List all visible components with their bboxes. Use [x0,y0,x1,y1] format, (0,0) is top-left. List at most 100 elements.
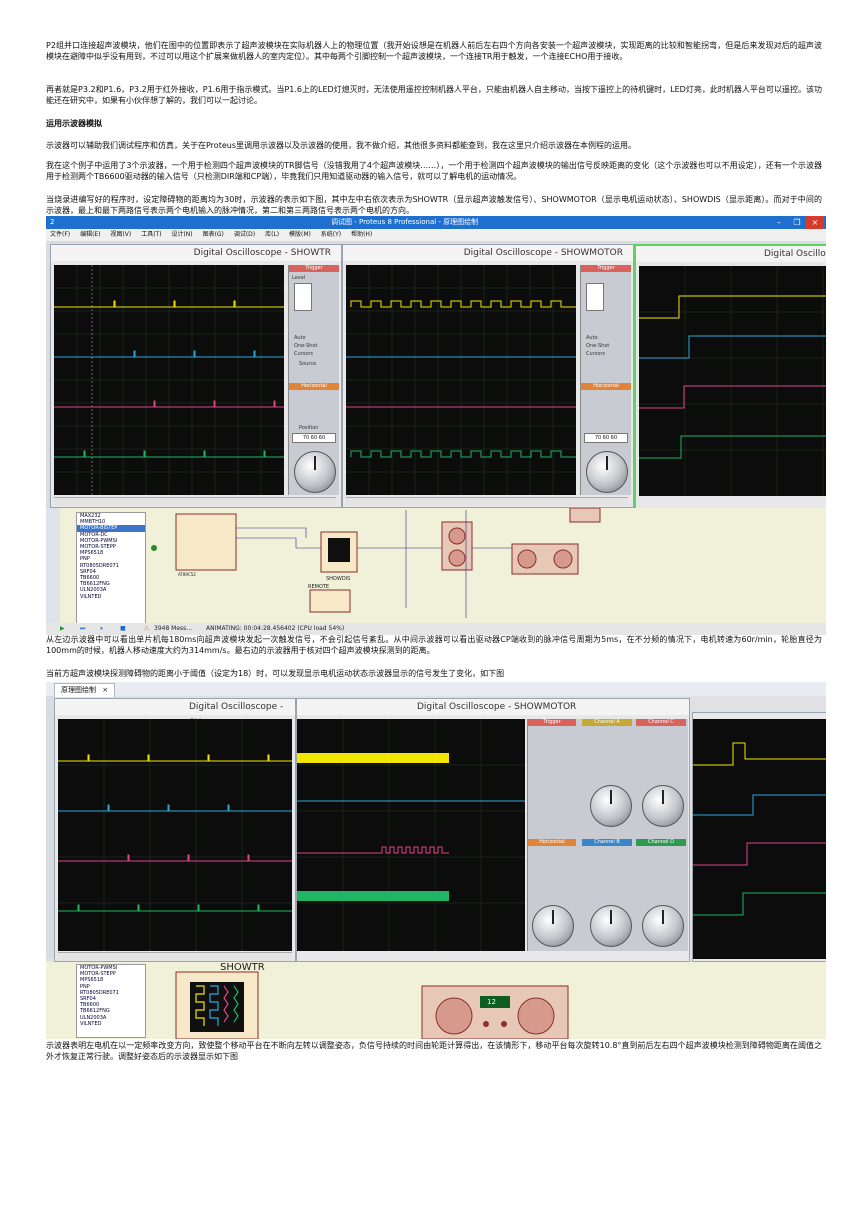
trigger-label: Trigger [528,719,576,726]
control-panel: Trigger Level Auto One-Shot Cursors Sour… [288,265,339,495]
tab-schematic[interactable]: 原理图绘制 × [54,683,116,697]
oscilloscope-showmotor: Digital Oscilloscope - SHOWMOTOR Trigger… [342,244,634,508]
showtr-traces [58,719,292,951]
paragraph-ultrasonic-port: P2组并口连接超声波模块，他们在图中的位置即表示了超声波模块在实际机器人上的物理… [46,41,822,61]
component-item[interactable]: VILNTED [77,1021,145,1027]
oscilloscope-title: Digital Oscilloscope - SH [55,699,295,728]
oneshot-label[interactable]: One-Shot [294,343,317,349]
menu-file[interactable]: 文件(F) [50,231,70,238]
mcu-label: AT89C52 [178,572,196,577]
window-number: 2 [50,218,55,226]
component-list[interactable]: MOTOR-PWMSI MOTOR-STEPP MPS6518 PNP RT08… [76,964,146,1038]
paragraph-oscilloscope-intro: 示波器可以辅助我们调试程序和仿真，关于在Proteus里调用示波器以及示波器的使… [46,141,636,150]
channel-d-label: Channel D [636,839,686,846]
oscilloscope-title: Digital Oscilloscope - SHOWTR [51,245,341,261]
menu-edit[interactable]: 编辑(E) [80,231,100,238]
channel-d-knob[interactable] [642,905,684,947]
oscilloscope-title: Digital Oscillo [636,246,826,262]
trigger-level-control[interactable] [586,283,604,311]
oscilloscope-screen [297,719,525,951]
oscilloscope-screen [693,719,826,959]
oscilloscope-showtr: Digital Oscilloscope - SH [54,698,296,962]
channel-a-label: Channel A [582,719,632,726]
window-title: 调试图 - Proteus 8 Professional - 原理图绘制 [331,218,479,226]
menu-debug[interactable]: 调试(D) [234,231,255,238]
close-button[interactable]: × [806,216,824,229]
paragraph-threshold: 当前方超声波模块探测障碍物的距离小于阈值（设定为18）时，可以发现显示电机运动状… [46,669,505,678]
tab-close-icon[interactable]: × [102,686,108,694]
distance-display: 12 [487,998,496,1006]
position-values[interactable]: 70 60 60 [292,433,336,443]
paragraph-analysis: 从左边示波器中可以看出单片机每180ms向超声波模块发起一次触发信号，不会引起信… [46,635,822,655]
channel-c-knob[interactable] [642,785,684,827]
maximize-button[interactable]: ❐ [788,216,806,229]
horizontal-scrollbar[interactable] [54,497,336,506]
horizontal-scrollbar[interactable] [346,497,628,506]
auto-label[interactable]: Auto [294,335,306,341]
oscilloscope-showdis [692,712,826,962]
schematic-drawing [175,971,569,1039]
auto-label[interactable]: Auto [586,335,598,341]
showtr-traces [54,265,284,495]
menu-library[interactable]: 库(L) [265,231,279,238]
menu-system[interactable]: 系统(Y) [321,231,341,238]
menu-tools[interactable]: 工具(T) [141,231,161,238]
oscilloscope-showtr: Digital Oscilloscope - SHOWTR Trigger Le… [50,244,342,508]
position-label: Position [299,425,319,431]
oscilloscope-screen [346,265,576,495]
channel-b-label: Channel B [582,839,632,846]
channel-c-label: Channel C [636,719,686,726]
position-values[interactable]: 70 60 60 [584,433,628,443]
schematic-area[interactable]: SHOWDIS REMOTE AT89C52 [46,507,826,623]
oscilloscope-showmotor: Digital Oscilloscope - SHOWMOTOR Trigger… [296,698,690,962]
minimize-button[interactable]: – [770,216,788,229]
horizontal-scrollbar[interactable] [58,952,292,961]
oscilloscope-screen [639,266,826,496]
level-label: Level [292,275,306,281]
oscilloscope-title: Digital Oscilloscope - SHOWMOTOR [297,699,689,715]
timebase-knob[interactable] [532,905,574,947]
channel-a-knob[interactable] [590,785,632,827]
showmotor-traces [346,265,576,495]
schematic-area[interactable]: SHOWTR 12 [46,962,826,1039]
horizontal-label: Horizontal [581,383,631,390]
showdis-label: SHOWDIS [326,576,351,582]
menu-template[interactable]: 模版(M) [289,231,311,238]
menu-graph[interactable]: 图表(G) [203,231,224,238]
channel-b-knob[interactable] [590,905,632,947]
left-toolbar[interactable] [46,696,54,958]
control-panel: Trigger Auto One-Shot Cursors Horizontal… [580,265,631,495]
menu-view[interactable]: 视图(V) [110,231,131,238]
schematic-drawing [151,507,601,618]
component-item[interactable]: VILNTED [77,594,145,600]
showdis-traces [639,266,826,496]
horizontal-label: Horizontal [528,839,576,846]
trigger-level-control[interactable] [294,283,312,311]
window-titlebar: 2 调试图 - Proteus 8 Professional - 原理图绘制 –… [46,216,826,229]
tab-bar: 原理图绘制 × [46,682,826,697]
trigger-label: Trigger [581,265,631,272]
proteus-screenshot-1: 2 调试图 - Proteus 8 Professional - 原理图绘制 –… [46,216,826,635]
paragraph-three-oscilloscopes: 我在这个例子中运用了3个示波器，一个用于检测四个超声波模块的TR脚信号（没错我用… [46,161,822,181]
menu-design[interactable]: 设计(N) [171,231,192,238]
oneshot-label[interactable]: One-Shot [586,343,609,349]
horizontal-label: Horizontal [289,383,339,390]
showtr-label: SHOWTR [220,962,265,973]
cursors-label[interactable]: Cursors [586,351,605,357]
showmotor-traces [297,719,525,951]
cursors-label[interactable]: Cursors [294,351,313,357]
oscilloscope-showdis: Digital Oscillo [634,244,826,510]
timebase-knob[interactable] [294,451,336,493]
component-list[interactable]: MAX232 MMBTH10 MOTOR-BISTEP MOTOR-DC MOT… [76,512,146,624]
oscilloscope-screen [58,719,292,951]
oscilloscope-title: Digital Oscilloscope - SHOWMOTOR [343,245,633,261]
source-label: Source [299,361,317,367]
control-panel: Trigger Channel A Channel C Horizontal C… [527,719,688,951]
remote-label: REMOTE [308,584,330,590]
timebase-knob[interactable] [586,451,628,493]
paragraph-ir-mode: 再者就是P3.2和P1.6，P3.2用于红外接收，P1.6用于指示模式。当P1.… [46,85,822,105]
oscilloscope-screen [54,265,284,495]
menu-help[interactable]: 帮助(H) [351,231,372,238]
paragraph-left-motor: 示波器表明左电机在以一定频率改变方向，致使整个移动平台在不断向左转以调整姿态，负… [46,1041,822,1061]
left-toolbar[interactable] [46,508,60,623]
